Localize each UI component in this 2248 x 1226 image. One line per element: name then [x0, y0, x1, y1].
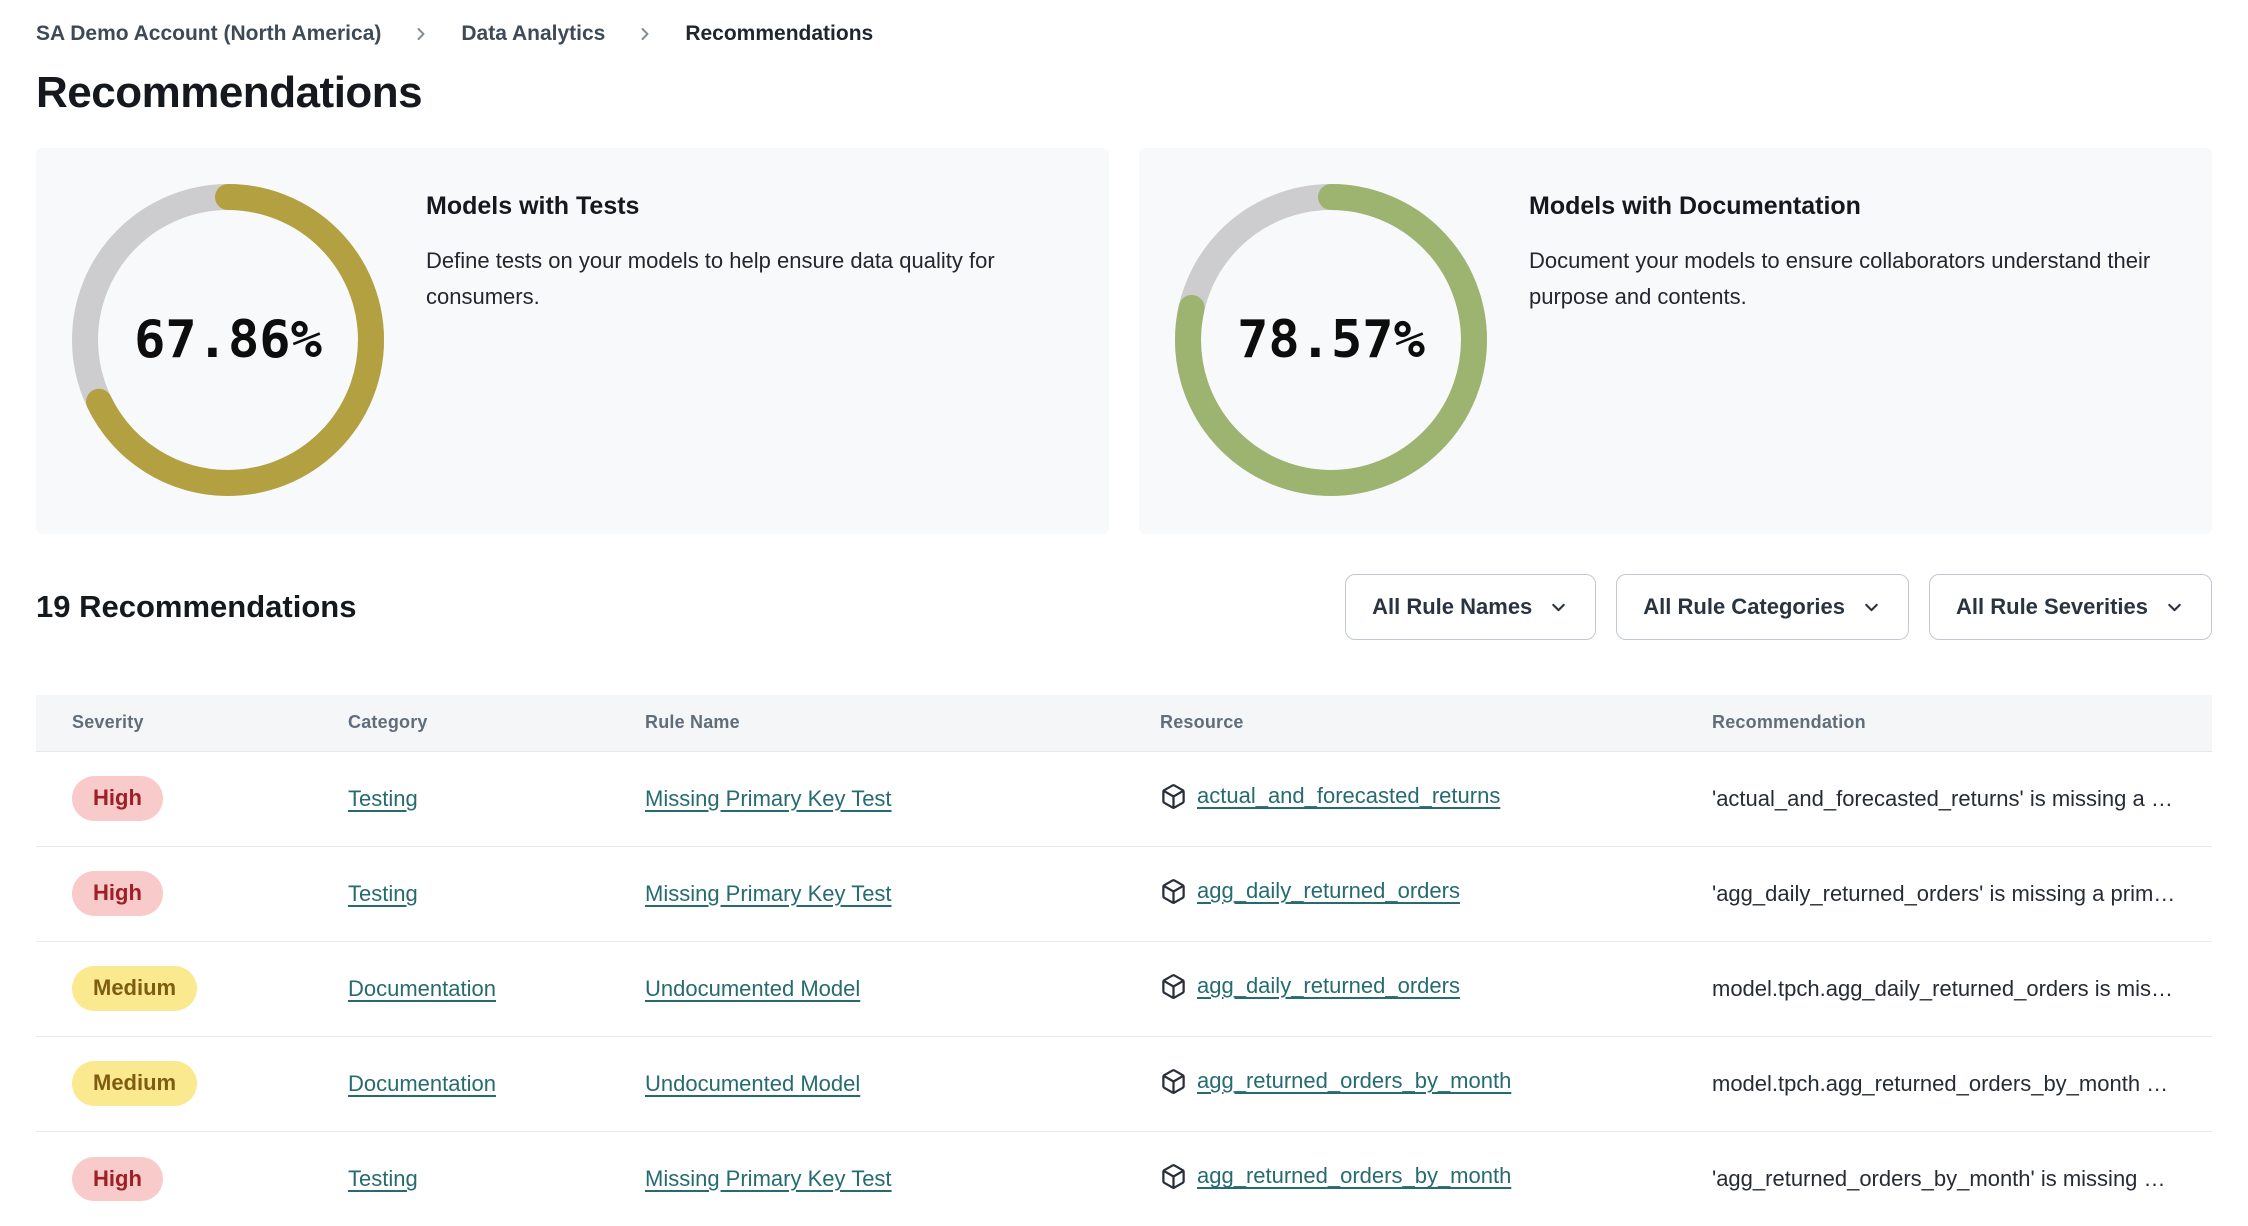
breadcrumb-item-project[interactable]: Data Analytics — [461, 22, 605, 46]
severity-badge: High — [72, 871, 163, 916]
recommendation-text: model.tpch.agg_daily_returned_orders is … — [1712, 975, 2174, 1001]
models-with-tests-card: 67.86% Models with Tests Define tests on… — [36, 148, 1109, 534]
page-title: Recommendations — [36, 68, 423, 117]
recommendations-table: Severity Category Rule Name Resource Rec… — [36, 695, 2212, 1226]
column-header-category: Category — [312, 695, 609, 752]
recommendation-text: 'agg_returned_orders_by_month' is missin… — [1712, 1165, 2166, 1191]
chevron-down-icon — [1865, 603, 1878, 611]
category-link[interactable]: Documentation — [348, 1071, 496, 1096]
breadcrumb-item-account[interactable]: SA Demo Account (North America) — [36, 22, 381, 46]
column-header-resource: Resource — [1124, 695, 1676, 752]
card-title: Models with Documentation — [1529, 192, 1861, 220]
recommendations-page: SA Demo Account (North America) Data Ana… — [0, 0, 2248, 1226]
category-link[interactable]: Documentation — [348, 976, 496, 1001]
column-header-severity: Severity — [36, 695, 312, 752]
metric-cards: 67.86% Models with Tests Define tests on… — [36, 148, 2212, 534]
resource-link[interactable]: agg_returned_orders_by_month — [1197, 1163, 1511, 1189]
percent-value: 78.57% — [1237, 310, 1425, 370]
severity-badge: Medium — [72, 1061, 198, 1106]
column-header-recommendation: Recommendation — [1676, 695, 2212, 752]
chevron-right-icon — [417, 28, 425, 40]
rule-names-filter-dropdown[interactable]: All Rule Names — [1345, 574, 1597, 640]
recommendation-text: model.tpch.agg_returned_orders_by_month … — [1712, 1070, 2169, 1096]
cube-icon — [1162, 973, 1185, 999]
resource-link[interactable]: agg_daily_returned_orders — [1197, 878, 1460, 904]
cube-icon — [1162, 1163, 1185, 1189]
percent-value: 67.86% — [134, 310, 322, 370]
rule-name-link[interactable]: Undocumented Model — [645, 976, 860, 1001]
table-row: High Testing Missing Primary Key Test ag… — [36, 1131, 2212, 1226]
rule-name-link[interactable]: Missing Primary Key Test — [645, 1166, 892, 1191]
table-row: High Testing Missing Primary Key Test ac… — [36, 751, 2212, 847]
breadcrumb-item-current: Recommendations — [685, 22, 874, 45]
severity-badge: Medium — [72, 966, 198, 1011]
chevron-right-icon — [641, 28, 649, 40]
resource-link[interactable]: agg_daily_returned_orders — [1197, 973, 1460, 999]
category-link[interactable]: Testing — [348, 1166, 418, 1191]
table-row: High Testing Missing Primary Key Test ag… — [36, 846, 2212, 942]
chevron-down-icon — [2168, 603, 2181, 611]
cube-icon — [1162, 783, 1185, 809]
models-with-documentation-donut-chart: 78.57% — [1175, 184, 1487, 496]
recommendations-table-body: High Testing Missing Primary Key Test ac… — [36, 751, 2212, 1226]
recommendation-text: 'agg_daily_returned_orders' is missing a… — [1712, 880, 2176, 906]
filter-bar: All Rule Names All Rule Categories All R… — [1345, 574, 2212, 640]
card-description: Define tests on your models to help ensu… — [426, 248, 995, 309]
rule-name-link[interactable]: Missing Primary Key Test — [645, 881, 892, 906]
recommendation-text: 'actual_and_forecasted_returns' is missi… — [1712, 785, 2173, 811]
models-with-documentation-card: 78.57% Models with Documentation Documen… — [1139, 148, 2212, 534]
table-row: Medium Documentation Undocumented Model … — [36, 941, 2212, 1037]
rule-name-link[interactable]: Undocumented Model — [645, 1071, 860, 1096]
rule-categories-filter-dropdown[interactable]: All Rule Categories — [1616, 574, 1910, 640]
severity-badge: High — [72, 1156, 163, 1201]
rule-name-link[interactable]: Missing Primary Key Test — [645, 786, 892, 811]
card-title: Models with Tests — [426, 192, 640, 220]
models-with-tests-donut-chart: 67.86% — [72, 184, 384, 496]
breadcrumb: SA Demo Account (North America) Data Ana… — [36, 0, 2212, 46]
category-link[interactable]: Testing — [348, 786, 418, 811]
recommendations-count: 19 Recommendations — [36, 589, 357, 624]
resource-link[interactable]: agg_returned_orders_by_month — [1197, 1068, 1511, 1094]
table-row: Medium Documentation Undocumented Model … — [36, 1036, 2212, 1132]
cube-icon — [1162, 878, 1185, 904]
rule-severities-filter-dropdown[interactable]: All Rule Severities — [1929, 574, 2212, 640]
severity-badge: High — [72, 776, 163, 821]
resource-link[interactable]: actual_and_forecasted_returns — [1197, 783, 1500, 809]
card-description: Document your models to ensure collabora… — [1529, 248, 2151, 309]
category-link[interactable]: Testing — [348, 881, 418, 906]
chevron-down-icon — [1552, 603, 1566, 611]
cube-icon — [1162, 1068, 1185, 1094]
column-header-rule-name: Rule Name — [609, 695, 1124, 752]
